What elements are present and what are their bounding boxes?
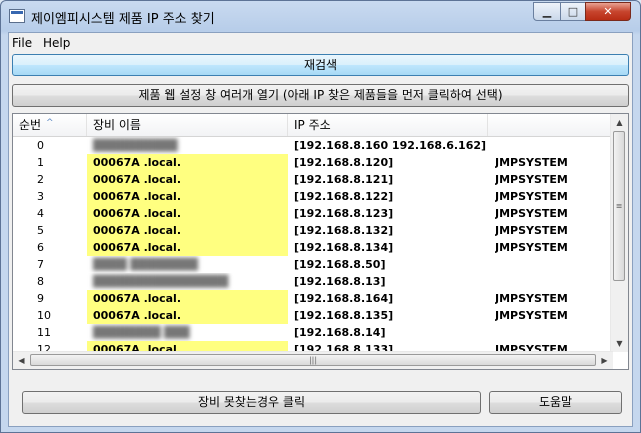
window-title: 제이엠피시스템 제품 IP 주소 찾기: [31, 12, 215, 27]
grip-icon: ≡: [615, 201, 623, 211]
row-index: 9: [37, 292, 44, 305]
maximize-button[interactable]: □: [560, 2, 586, 21]
row-ip-address: [192.168.8.134]: [294, 241, 394, 254]
row-device-name: ████ ████████: [87, 256, 288, 273]
redacted-name: ██████████: [93, 139, 178, 152]
row-maker: JMPSYSTEM: [495, 156, 568, 169]
row-device-name: ████████ ███: [87, 324, 288, 341]
table-row[interactable]: 9 00067A .local. [192.168.8.164] JMPSYSTEM: [13, 290, 613, 307]
row-ip-address: [192.168.8.122]: [294, 190, 394, 203]
sort-ascending-icon: ^: [46, 118, 54, 128]
row-ip-address: [192.168.8.123]: [294, 207, 394, 220]
row-index: 0: [37, 139, 44, 152]
scroll-down-icon[interactable]: ▼: [611, 335, 628, 352]
app-icon: [9, 9, 25, 23]
header-index[interactable]: 순번 ^: [13, 114, 87, 136]
horizontal-scrollbar[interactable]: ◀ ||| ▶: [13, 351, 613, 369]
row-maker: [495, 273, 613, 290]
table-row[interactable]: 1 00067A .local. [192.168.8.120] JMPSYSTEM: [13, 154, 613, 171]
row-device-name: 00067A .local.: [87, 307, 288, 324]
row-ip-address: [192.168.8.160 192.168.6.162]: [294, 139, 487, 152]
row-maker: JMPSYSTEM: [495, 224, 568, 237]
grip-icon: |||: [308, 355, 318, 365]
scroll-up-icon[interactable]: ▲: [611, 114, 628, 131]
row-index: 6: [37, 241, 44, 254]
row-ip-address: [192.168.8.164]: [294, 292, 394, 305]
table-row[interactable]: 6 00067A .local. [192.168.8.134] JMPSYSTEM: [13, 239, 613, 256]
row-index: 10: [37, 309, 51, 322]
help-button[interactable]: 도움말: [489, 391, 622, 414]
row-ip-address: [192.168.8.14]: [294, 326, 386, 339]
row-device-name: 00067A .local.: [87, 222, 288, 239]
row-device-name: 00067A .local.: [87, 154, 288, 171]
list-header: 순번 ^ 장비 이름 IP 주소: [13, 114, 613, 137]
row-index: 1: [37, 156, 44, 169]
menu-file[interactable]: File: [12, 36, 32, 50]
row-ip-address: [192.168.8.120]: [294, 156, 394, 169]
device-list[interactable]: 순번 ^ 장비 이름 IP 주소 0 ██████████ [192.168.8.1…: [12, 113, 629, 370]
row-ip-address: [192.168.8.50]: [294, 258, 386, 271]
row-maker: JMPSYSTEM: [495, 207, 568, 220]
row-maker: JMPSYSTEM: [495, 190, 568, 203]
open-all-web-settings-button[interactable]: 제품 웹 설정 창 여러개 열기 (아래 IP 찾은 제품들을 먼저 클릭하여 …: [12, 84, 629, 107]
client-area: File Help 재검색 제품 웹 설정 창 여러개 열기 (아래 IP 찾은…: [8, 32, 633, 427]
table-row[interactable]: 5 00067A .local. [192.168.8.132] JMPSYSTEM: [13, 222, 613, 239]
redacted-name: ████ ████████: [93, 258, 199, 271]
rescan-button[interactable]: 재검색: [12, 54, 629, 76]
menu-bar: File Help: [9, 33, 632, 53]
header-index-label: 순번: [19, 118, 42, 132]
table-row[interactable]: 10 00067A .local. [192.168.8.135] JMPSYSTEM: [13, 307, 613, 324]
device-not-found-button[interactable]: 장비 못찾는경우 클릭: [22, 391, 481, 414]
row-maker: [495, 137, 613, 154]
row-device-name: ██████████: [87, 137, 288, 154]
table-row[interactable]: 4 00067A .local. [192.168.8.123] JMPSYSTEM: [13, 205, 613, 222]
redacted-name: ████████ ███: [93, 326, 190, 339]
table-row[interactable]: 8 ████████████████ [192.168.8.13]: [13, 273, 613, 290]
table-row[interactable]: 7 ████ ████████ [192.168.8.50]: [13, 256, 613, 273]
vertical-scroll-thumb[interactable]: ≡: [613, 131, 625, 281]
redacted-name: ████████████████: [93, 275, 229, 288]
row-index: 7: [37, 258, 44, 271]
table-row[interactable]: 11 ████████ ███ [192.168.8.14]: [13, 324, 613, 341]
row-ip-address: [192.168.8.132]: [294, 224, 394, 237]
row-index: 2: [37, 173, 44, 186]
row-maker: JMPSYSTEM: [495, 173, 568, 186]
title-bar[interactable]: 제이엠피시스템 제품 IP 주소 찾기 ▁ □ ✕: [1, 1, 640, 31]
header-maker[interactable]: [488, 114, 613, 136]
row-maker: JMPSYSTEM: [495, 241, 568, 254]
app-window: 제이엠피시스템 제품 IP 주소 찾기 ▁ □ ✕ File Help 재검색 …: [0, 0, 641, 433]
row-device-name: 00067A .local.: [87, 290, 288, 307]
row-maker: [495, 324, 613, 341]
scroll-right-icon[interactable]: ▶: [596, 352, 613, 369]
row-ip-address: [192.168.8.135]: [294, 309, 394, 322]
table-row[interactable]: 0 ██████████ [192.168.8.160 192.168.6.162]: [13, 137, 613, 154]
table-row[interactable]: 2 00067A .local. [192.168.8.121] JMPSYSTEM: [13, 171, 613, 188]
close-button[interactable]: ✕: [585, 2, 631, 21]
table-row[interactable]: 3 00067A .local. [192.168.8.122] JMPSYSTEM: [13, 188, 613, 205]
header-device-name[interactable]: 장비 이름: [87, 114, 288, 136]
row-device-name: ████████████████: [87, 273, 288, 290]
row-maker: JMPSYSTEM: [495, 292, 568, 305]
row-index: 11: [37, 326, 51, 339]
row-ip-address: [192.168.8.121]: [294, 173, 394, 186]
row-maker: JMPSYSTEM: [495, 309, 568, 322]
row-device-name: 00067A .local.: [87, 239, 288, 256]
row-device-name: 00067A .local.: [87, 171, 288, 188]
scroll-left-icon[interactable]: ◀: [13, 352, 30, 369]
menu-help[interactable]: Help: [43, 36, 70, 50]
row-index: 5: [37, 224, 44, 237]
row-index: 4: [37, 207, 44, 220]
header-ip-address[interactable]: IP 주소: [288, 114, 488, 136]
vertical-scrollbar[interactable]: ▲ ≡ ▼: [610, 114, 628, 352]
row-device-name: 00067A .local.: [87, 188, 288, 205]
minimize-button[interactable]: ▁: [533, 2, 561, 21]
horizontal-scroll-thumb[interactable]: |||: [30, 354, 596, 366]
row-index: 8: [37, 275, 44, 288]
row-ip-address: [192.168.8.13]: [294, 275, 386, 288]
row-index: 3: [37, 190, 44, 203]
row-device-name: 00067A .local.: [87, 205, 288, 222]
row-maker: [495, 256, 613, 273]
